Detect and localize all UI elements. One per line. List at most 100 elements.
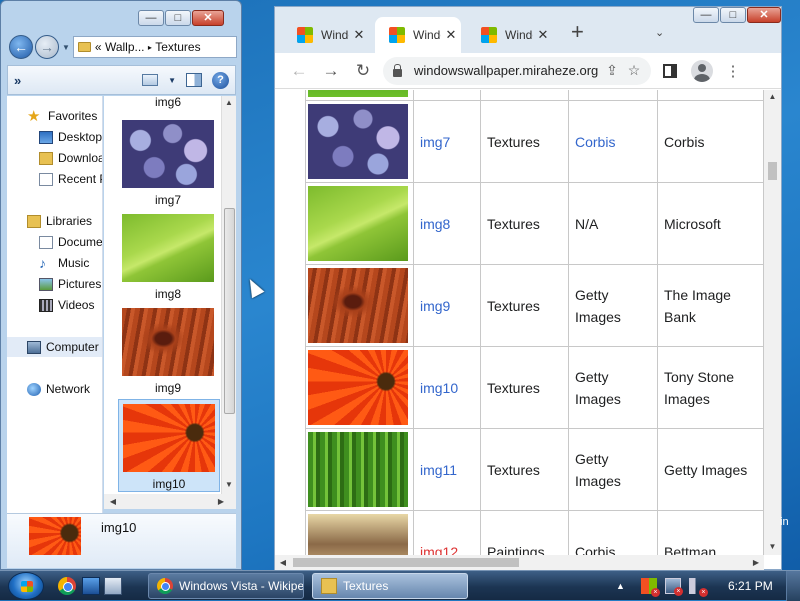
- nav-item-computer[interactable]: Computer: [7, 337, 102, 357]
- nav-item-desktop[interactable]: Desktop: [39, 127, 102, 147]
- file-item-img6[interactable]: img6: [116, 96, 220, 109]
- source-link[interactable]: Corbis: [575, 134, 615, 150]
- image-name-link[interactable]: img8: [420, 216, 450, 232]
- file-item-img10[interactable]: img10: [118, 399, 220, 492]
- breadcrumb-wallpapers[interactable]: Wallp...: [105, 40, 145, 54]
- forward-arrow-icon[interactable]: →: [315, 61, 347, 81]
- toolbar-overflow-button[interactable]: »: [14, 73, 21, 88]
- image-name-link[interactable]: img9: [420, 298, 450, 314]
- thumbnail-wood[interactable]: [308, 268, 408, 343]
- scroll-thumb[interactable]: [293, 558, 519, 567]
- profile-avatar-icon[interactable]: [691, 59, 713, 82]
- close-tab-icon[interactable]: ✕: [349, 27, 369, 43]
- close-button[interactable]: ✕: [747, 7, 781, 23]
- breadcrumb-textures[interactable]: Textures: [155, 40, 200, 54]
- page-vertical-scrollbar[interactable]: ▲ ▼: [764, 90, 781, 555]
- scroll-thumb[interactable]: [224, 208, 235, 414]
- recent-pages-dropdown[interactable]: ▼: [62, 43, 70, 52]
- menu-kebab-icon[interactable]: ⋮: [717, 62, 749, 80]
- thumbnail-stones[interactable]: [308, 104, 408, 179]
- switch-windows-quicklaunch-icon[interactable]: [104, 577, 122, 595]
- new-tab-button[interactable]: +: [571, 21, 584, 43]
- start-button[interactable]: [8, 572, 44, 600]
- nav-item-pictures[interactable]: Pictures: [39, 274, 101, 294]
- volume-icon[interactable]: ×: [688, 578, 708, 597]
- scroll-up-arrow[interactable]: ▲: [764, 92, 781, 101]
- nav-item-videos[interactable]: Videos: [39, 295, 94, 315]
- file-item-img9[interactable]: img9: [116, 304, 220, 395]
- page-horizontal-scrollbar[interactable]: ◀ ▶: [275, 555, 764, 570]
- image-name-link[interactable]: img10: [420, 380, 458, 396]
- nav-item-network[interactable]: Network: [27, 379, 90, 399]
- scroll-left-arrow[interactable]: ◀: [108, 497, 118, 506]
- scroll-thumb[interactable]: [768, 162, 777, 180]
- scroll-down-arrow[interactable]: ▼: [222, 480, 236, 489]
- breadcrumb-prefix[interactable]: «: [95, 40, 102, 54]
- share-icon[interactable]: ⇪: [601, 62, 623, 79]
- maximize-button[interactable]: □: [720, 7, 746, 23]
- author-cell: Bettman: [657, 510, 764, 555]
- taskbar-clock[interactable]: 6:21 PM: [728, 579, 773, 593]
- reload-icon[interactable]: ↻: [347, 61, 379, 81]
- show-desktop-quicklaunch-icon[interactable]: [82, 577, 100, 595]
- action-center-flag-icon[interactable]: ×: [640, 578, 660, 597]
- side-panel-icon[interactable]: [663, 63, 677, 78]
- thumbnail-wood: [122, 308, 214, 376]
- maximize-button[interactable]: □: [165, 10, 191, 26]
- author-cell: Getty Images: [657, 428, 764, 511]
- minimize-button[interactable]: —: [693, 7, 719, 23]
- tab-search-button[interactable]: ⌄: [655, 26, 664, 39]
- close-tab-icon[interactable]: ✕: [533, 27, 553, 43]
- file-item-img8[interactable]: img8: [116, 210, 220, 301]
- nav-item-music[interactable]: ♪ Music: [39, 253, 89, 273]
- file-list-scrollbar[interactable]: ▲ ▼: [221, 96, 236, 494]
- close-button[interactable]: ✕: [192, 10, 224, 26]
- thumbnail-green[interactable]: [308, 90, 408, 97]
- url-text[interactable]: windowswallpaper.miraheze.org: [414, 63, 601, 78]
- nav-item-recent-places[interactable]: Recent Places: [39, 169, 102, 189]
- libraries-icon: [27, 214, 41, 228]
- address-bar[interactable]: « Wallp... ▸ Textures: [72, 36, 237, 58]
- lock-icon[interactable]: [393, 63, 402, 77]
- file-item-img7[interactable]: img7: [116, 116, 220, 207]
- help-icon[interactable]: ?: [212, 71, 229, 89]
- taskbar-explorer-button[interactable]: Textures: [312, 573, 468, 599]
- image-name-link[interactable]: img11: [420, 462, 457, 478]
- scroll-down-arrow[interactable]: ▼: [764, 542, 781, 551]
- taskbar-chrome-button[interactable]: Windows Vista - Wikipedia - Google Chrom…: [148, 573, 304, 599]
- minimize-button[interactable]: —: [138, 10, 164, 26]
- scroll-left-arrow[interactable]: ◀: [278, 558, 288, 567]
- preview-pane-icon[interactable]: [186, 73, 202, 87]
- image-name-link[interactable]: img12: [420, 544, 458, 556]
- show-hidden-icons-button[interactable]: ▲: [616, 581, 625, 591]
- browser-tab-2[interactable]: Windows Vista - Wikipedia ✕: [375, 17, 461, 53]
- view-options-dropdown-icon[interactable]: ▼: [168, 76, 176, 85]
- file-list-horizontal-scrollbar[interactable]: ◀ ▶: [104, 494, 236, 509]
- browser-tab-3[interactable]: Windows Vista - Wikipedia ✕: [467, 17, 553, 53]
- chrome-quicklaunch-icon[interactable]: [58, 577, 76, 595]
- nav-item-downloads[interactable]: Downloads: [39, 148, 102, 168]
- nav-item-favorites[interactable]: ★ Favorites: [27, 106, 97, 126]
- thumbnail-flower[interactable]: [308, 350, 408, 425]
- scroll-right-arrow[interactable]: ▶: [216, 497, 226, 506]
- page-content: img7 Textures Corbis Corbis img8 Texture…: [275, 90, 764, 555]
- thumbnail-bamboo[interactable]: [308, 432, 408, 507]
- image-name-link[interactable]: img7: [420, 134, 450, 150]
- nav-item-documents[interactable]: Documents: [39, 232, 102, 252]
- bookmark-star-icon[interactable]: ☆: [623, 62, 645, 79]
- back-button[interactable]: ←: [9, 35, 33, 59]
- close-tab-icon[interactable]: ✕: [441, 27, 461, 43]
- thumbnail-leaf[interactable]: [308, 186, 408, 261]
- scroll-up-arrow[interactable]: ▲: [222, 98, 236, 107]
- network-tray-icon[interactable]: ×: [664, 578, 683, 596]
- forward-button[interactable]: →: [35, 35, 59, 59]
- back-arrow-icon[interactable]: ←: [283, 61, 315, 81]
- taskbar: Windows Vista - Wikipedia - Google Chrom…: [0, 570, 800, 601]
- scroll-right-arrow[interactable]: ▶: [751, 558, 761, 567]
- thumbnail-painting[interactable]: [308, 514, 408, 555]
- nav-item-libraries[interactable]: Libraries: [27, 211, 92, 231]
- browser-tab-1[interactable]: Windows Vista - Wikipedia ✕: [283, 17, 369, 53]
- show-desktop-button[interactable]: [786, 571, 800, 601]
- url-bar[interactable]: windowswallpaper.miraheze.org ⇪ ☆: [383, 56, 651, 85]
- change-view-icon[interactable]: [142, 74, 159, 86]
